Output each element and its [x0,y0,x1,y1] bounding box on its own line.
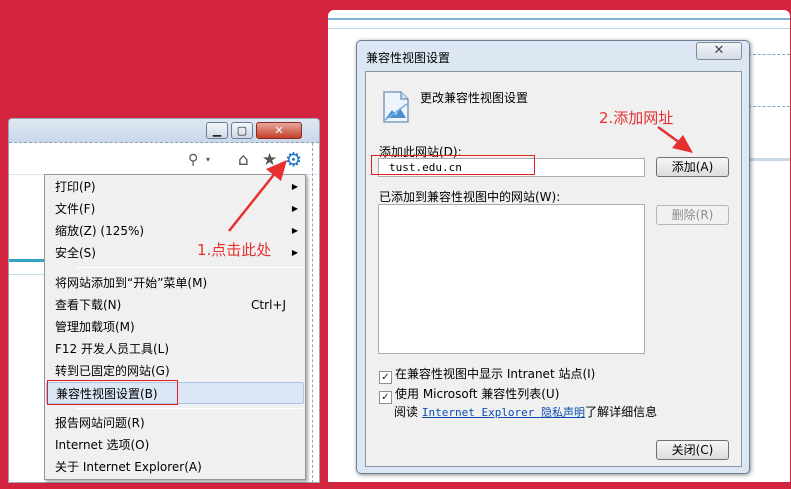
menu-item-label: 查看下载(N) [55,298,122,312]
site-list[interactable] [378,204,645,354]
annotation-step2: 2.添加网址 [599,109,674,127]
site-list-label: 已添加到兼容性视图中的网站(W): [379,190,561,204]
close-button[interactable]: 关闭(C) [656,440,729,460]
submenu-arrow-icon: ▶ [291,204,298,213]
privacy-row: 阅读 Internet Explorer 隐私声明了解详细信息 [394,403,657,420]
page-decoration [748,106,790,107]
menu-item-file[interactable]: 文件(F) ▶ [46,198,304,220]
menu-separator [75,267,303,268]
menu-item-label: 关于 Internet Explorer(A) [55,460,202,474]
page-decoration [328,18,790,20]
menu-item-label: 转到已固定的网站(G) [55,364,170,378]
add-button[interactable]: 添加(A) [656,157,729,177]
ms-list-checkbox-row[interactable]: ✓ 使用 Microsoft 兼容性列表(U) [379,385,559,404]
window-close-button[interactable]: ✕ [256,122,302,139]
menu-item-label: 报告网站问题(R) [55,416,145,430]
page-decoration [9,259,49,262]
address-toolbar: ⚲ ▾ ⌂ ★ ⚙ [9,147,319,175]
compat-view-icon [383,91,409,123]
page-decoration [9,274,49,275]
menu-separator [75,408,303,409]
compat-view-dialog: 兼容性视图设置 ✕ 更改兼容性视图设置 添加此网站(D): tust.edu.c… [356,40,750,474]
home-icon[interactable]: ⌂ [238,150,249,170]
ms-list-checkbox[interactable]: ✓ [379,391,392,404]
menu-item-label: 将网站添加到“开始”菜单(M) [55,276,208,290]
star-icon[interactable]: ★ [262,150,277,170]
dialog-body: 更改兼容性视图设置 添加此网站(D): tust.edu.cn 添加(A) 已添… [365,71,742,467]
page-decoration [328,28,790,29]
submenu-arrow-icon: ▶ [291,226,298,235]
menu-item-report-problems[interactable]: 报告网站问题(R) [46,412,304,434]
menu-item-label: 缩放(Z) (125%) [55,224,145,238]
dialog-close-button[interactable]: ✕ [696,42,742,60]
read-prefix: 阅读 [394,405,419,419]
dialog-heading: 更改兼容性视图设置 [420,91,529,105]
maximize-button[interactable]: ▢ [231,122,253,139]
menu-item-manage-addons[interactable]: 管理加载项(M) [46,316,304,338]
menu-item-dev-tools[interactable]: F12 开发人员工具(L) [46,338,304,360]
intranet-checkbox[interactable]: ✓ [379,371,392,384]
page-decoration [748,54,790,55]
menu-item-label: 打印(P) [55,180,96,194]
menu-item-shortcut: Ctrl+J [251,298,286,312]
highlight-box [371,155,535,175]
remove-button[interactable]: 删除(R) [656,205,729,225]
dialog-title: 兼容性视图设置 [366,51,451,65]
chevron-down-icon[interactable]: ▾ [206,155,210,164]
menu-item-label: 文件(F) [55,202,96,216]
menu-item-label: Internet 选项(O) [55,438,150,452]
privacy-statement-link[interactable]: Internet Explorer 隐私声明 [422,406,585,419]
submenu-arrow-icon: ▶ [291,248,298,257]
gear-icon[interactable]: ⚙ [285,149,302,171]
menu-item-internet-options[interactable]: Internet 选项(O) [46,434,304,456]
menu-item-label: 安全(S) [55,246,96,260]
minimize-button[interactable]: ▁ [206,122,228,139]
menu-item-print[interactable]: 打印(P) ▶ [46,176,304,198]
menu-item-pinned-sites[interactable]: 转到已固定的网站(G) [46,360,304,382]
menu-item-label: 管理加载项(M) [55,320,135,334]
ms-list-checkbox-label: 使用 Microsoft 兼容性列表(U) [395,387,560,401]
read-suffix: 了解详细信息 [585,405,658,419]
window-frame [312,143,319,482]
intranet-checkbox-label: 在兼容性视图中显示 Intranet 站点(I) [395,367,596,381]
ie-titlebar: ▁ ▢ ✕ [9,119,319,143]
page-decoration [748,158,790,161]
search-icon[interactable]: ⚲ [188,152,198,168]
annotation-step1: 1.点击此处 [197,241,272,259]
menu-item-about-ie[interactable]: 关于 Internet Explorer(A) [46,456,304,478]
menu-item-label: F12 开发人员工具(L) [55,342,170,356]
submenu-arrow-icon: ▶ [291,182,298,191]
tools-menu: 打印(P) ▶ 文件(F) ▶ 缩放(Z) (125%) ▶ 安全(S) ▶ 将… [44,174,306,480]
menu-item-add-to-start[interactable]: 将网站添加到“开始”菜单(M) [46,272,304,294]
menu-item-view-downloads[interactable]: 查看下载(N) Ctrl+J [46,294,304,316]
intranet-checkbox-row[interactable]: ✓ 在兼容性视图中显示 Intranet 站点(I) [379,365,595,384]
highlight-box [47,380,178,405]
